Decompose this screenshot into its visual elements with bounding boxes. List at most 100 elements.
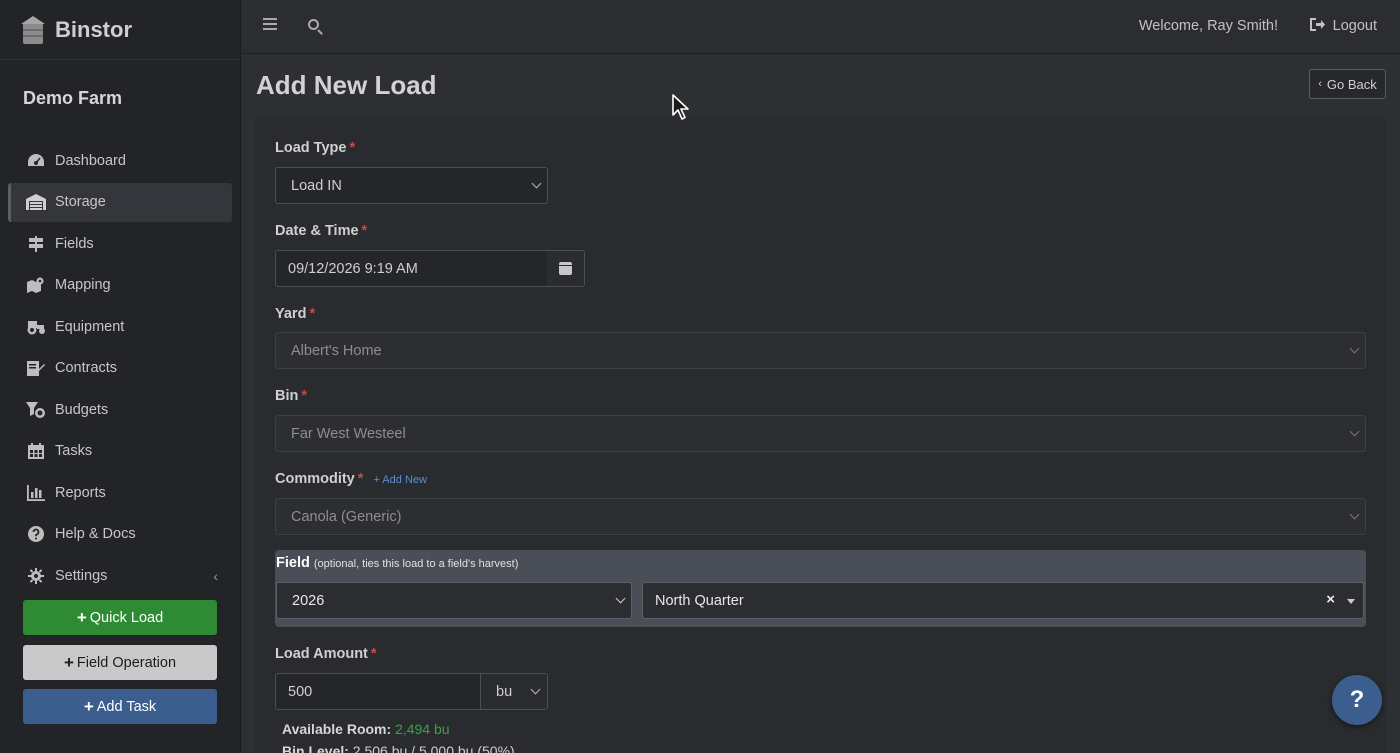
- farm-name: Demo Farm: [23, 88, 123, 108]
- bin-select[interactable]: Far West Westeel: [275, 415, 1366, 452]
- sidebar-item-storage[interactable]: Storage: [8, 182, 232, 222]
- calendar-icon: [559, 262, 572, 275]
- sidebar-item-label: Reports: [55, 484, 106, 501]
- sidebar-item-reports[interactable]: Reports: [8, 473, 232, 512]
- load-amount-label: Load Amount *: [275, 646, 377, 662]
- go-back-label: Go Back: [1326, 76, 1377, 92]
- required-marker: *: [361, 223, 368, 239]
- available-room-label: Available Room:: [282, 721, 392, 737]
- field-operation-button[interactable]: + Field Operation: [23, 645, 217, 680]
- add-task-label: Add Task: [96, 698, 157, 715]
- gauge-icon: [26, 153, 46, 169]
- sidebar-item-label: Equipment: [55, 318, 125, 335]
- sidebar-item-budgets[interactable]: Budgets: [8, 390, 232, 429]
- welcome-text: Welcome, Ray Smith!: [1138, 18, 1278, 34]
- chevron-left-icon: ‹: [1318, 78, 1322, 90]
- page-title: Add New Load: [256, 70, 437, 100]
- field-label: Field (optional, ties this load to a fie…: [276, 555, 518, 571]
- sidebar-item-equipment[interactable]: Equipment: [8, 307, 232, 346]
- quick-load-button[interactable]: + Quick Load: [23, 600, 217, 635]
- sidebar-item-tasks[interactable]: Tasks: [8, 432, 232, 471]
- datetime-label: Date & Time *: [275, 223, 367, 239]
- sidebar-item-label: Settings: [55, 567, 108, 584]
- field-label-text: Field: [276, 555, 310, 571]
- calendar-icon: [26, 443, 46, 459]
- field-operation-label: Field Operation: [76, 654, 177, 671]
- bin-level-value: 2,506 bu / 5,000 bu (50%): [352, 743, 515, 753]
- chevron-down-icon: [530, 684, 541, 695]
- field-name-value: North Quarter: [655, 592, 744, 609]
- sidebar-item-dashboard[interactable]: Dashboard: [8, 141, 232, 180]
- sidebar-item-help-docs[interactable]: Help & Docs: [8, 515, 232, 554]
- yard-label: Yard *: [275, 306, 315, 322]
- commodity-select[interactable]: Canola (Generic): [275, 498, 1366, 535]
- available-room: Available Room: 2,494 bu: [282, 721, 450, 737]
- brand-name: Binstor: [55, 16, 132, 42]
- bin-value: Far West Westeel: [291, 425, 406, 442]
- chart-icon: [26, 484, 46, 501]
- datetime-input[interactable]: 09/12/2026 9:19 AM: [275, 250, 548, 287]
- add-task-button[interactable]: + Add Task: [23, 689, 217, 724]
- sidebar-item-settings[interactable]: Settings ‹: [8, 556, 232, 595]
- required-marker: *: [309, 306, 316, 322]
- bin-label-text: Bin: [275, 388, 299, 404]
- commodity-value: Canola (Generic): [291, 508, 402, 525]
- required-marker: *: [370, 646, 377, 662]
- logout-link[interactable]: Logout: [1309, 18, 1377, 34]
- bin-level-label: Bin Level:: [282, 743, 349, 753]
- chevron-down-icon: [1349, 426, 1360, 437]
- sidebar: Binstor Demo Farm Dashboard Storage Fiel…: [0, 0, 241, 753]
- commodity-label-text: Commodity: [275, 471, 355, 487]
- hamburger-menu-icon[interactable]: [263, 18, 277, 30]
- load-type-label-text: Load Type: [275, 140, 347, 156]
- load-amount-input[interactable]: 500: [275, 673, 481, 710]
- help-button[interactable]: ?: [1332, 675, 1382, 725]
- required-marker: *: [301, 388, 308, 404]
- field-hint: (optional, ties this load to a field's h…: [313, 558, 519, 570]
- sidebar-item-fields[interactable]: Fields: [8, 224, 232, 263]
- plus-icon: +: [76, 607, 87, 627]
- go-back-button[interactable]: ‹ Go Back: [1309, 69, 1386, 99]
- datetime-label-text: Date & Time: [275, 223, 359, 239]
- datetime-picker-button[interactable]: [547, 250, 585, 287]
- quick-load-label: Quick Load: [89, 609, 164, 626]
- sidebar-item-contracts[interactable]: Contracts: [8, 349, 232, 388]
- sidebar-nav: Dashboard Storage Fields Mapping Equipme…: [0, 130, 240, 595]
- brand[interactable]: Binstor: [0, 0, 240, 60]
- yard-select[interactable]: Albert's Home: [275, 332, 1366, 369]
- chevron-down-icon: [615, 593, 626, 604]
- plus-icon: +: [83, 696, 94, 716]
- signpost-icon: [26, 235, 46, 252]
- load-type-value: Load IN: [291, 177, 342, 194]
- clear-icon[interactable]: ×: [1326, 591, 1335, 608]
- plus-icon: +: [63, 652, 74, 672]
- required-marker: *: [349, 140, 356, 156]
- sidebar-item-label: Help & Docs: [55, 526, 136, 542]
- available-room-value: 2,494 bu: [395, 721, 450, 737]
- question-icon: [26, 526, 46, 542]
- load-amount-value: 500: [288, 683, 313, 700]
- warehouse-icon: [26, 194, 46, 210]
- sign-out-icon: [1309, 18, 1325, 34]
- contract-icon: [26, 360, 46, 376]
- unit-select[interactable]: bu: [480, 673, 548, 710]
- field-year-select[interactable]: 2026: [276, 582, 632, 619]
- chevron-down-icon: [1349, 343, 1360, 354]
- add-new-commodity-link[interactable]: + Add New: [373, 474, 427, 486]
- gear-icon: [26, 567, 46, 584]
- sidebar-item-label: Budgets: [55, 401, 109, 418]
- field-name-select[interactable]: North Quarter ×: [642, 582, 1364, 619]
- commodity-label: Commodity * + Add New: [275, 471, 427, 487]
- sidebar-item-mapping[interactable]: Mapping: [8, 266, 232, 305]
- chevron-left-icon[interactable]: ‹: [213, 568, 218, 584]
- silo-logo-icon: [20, 15, 46, 44]
- datetime-value: 09/12/2026 9:19 AM: [288, 260, 418, 277]
- sidebar-item-label: Tasks: [55, 443, 93, 459]
- load-amount-label-text: Load Amount: [275, 646, 368, 662]
- bin-label: Bin *: [275, 388, 307, 404]
- field-year-value: 2026: [292, 592, 325, 609]
- tractor-icon: [26, 319, 46, 335]
- load-type-select[interactable]: Load IN: [275, 167, 548, 204]
- bin-level: Bin Level: 2,506 bu / 5,000 bu (50%): [282, 743, 515, 753]
- search-icon[interactable]: [308, 19, 324, 35]
